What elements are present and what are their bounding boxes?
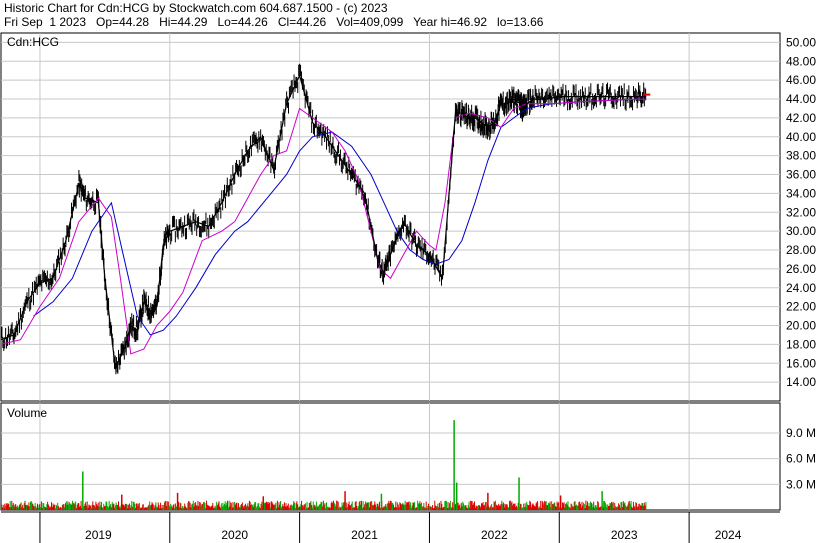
x-tick-label: 2019 bbox=[85, 528, 112, 542]
x-tick-label: 2024 bbox=[715, 528, 742, 542]
price-y-tick-label: 24.00 bbox=[786, 281, 816, 295]
price-y-tick-label: 20.00 bbox=[786, 319, 816, 333]
price-y-tick-label: 48.00 bbox=[786, 54, 816, 68]
price-y-tick-label: 30.00 bbox=[786, 224, 816, 238]
price-y-tick-label: 50.00 bbox=[786, 35, 816, 49]
volume-y-tick-label: 6.0 M bbox=[786, 452, 816, 466]
x-tick-label: 2023 bbox=[611, 528, 638, 542]
price-y-tick-label: 14.00 bbox=[786, 375, 816, 389]
price-y-tick-label: 40.00 bbox=[786, 130, 816, 144]
price-y-tick-label: 18.00 bbox=[786, 337, 816, 351]
price-y-tick-label: 36.00 bbox=[786, 168, 816, 182]
price-y-tick-label: 42.00 bbox=[786, 111, 816, 125]
stock-chart: 50.00 48.00 46.00 44.00 42.00 40.00 38.00 36.00… bbox=[0, 32, 816, 543]
price-y-tick-label: 38.00 bbox=[786, 149, 816, 163]
price-y-tick-label: 46.00 bbox=[786, 73, 816, 87]
x-tick-label: 2020 bbox=[221, 528, 248, 542]
price-y-tick-label: 32.00 bbox=[786, 205, 816, 219]
volume-panel bbox=[0, 402, 781, 511]
price-y-tick-label: 34.00 bbox=[786, 186, 816, 200]
price-y-tick-label: 22.00 bbox=[786, 300, 816, 314]
price-y-tick-label: 26.00 bbox=[786, 262, 816, 276]
price-y-tick-label: 16.00 bbox=[786, 356, 816, 370]
price-panel-title: Cdn:HCG bbox=[7, 35, 59, 49]
price-y-tick-label: 28.00 bbox=[786, 243, 816, 257]
x-tick-label: 2021 bbox=[351, 528, 378, 542]
price-y-tick-label: 44.00 bbox=[786, 92, 816, 106]
volume-panel-title: Volume bbox=[7, 406, 47, 420]
x-tick-label: 2022 bbox=[481, 528, 508, 542]
volume-y-tick-label: 9.0 M bbox=[786, 426, 816, 440]
volume-y-tick-label: 3.0 M bbox=[786, 477, 816, 491]
